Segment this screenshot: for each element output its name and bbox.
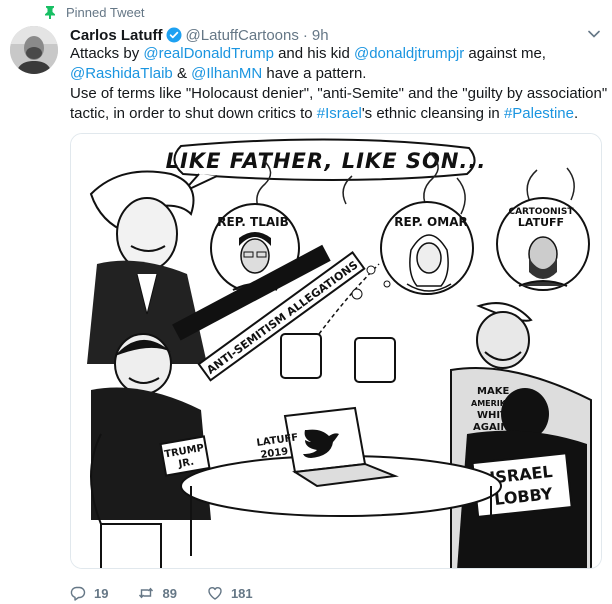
hashtag-link[interactable]: #Palestine	[504, 105, 574, 122]
like-count: 181	[230, 585, 253, 601]
mention-link[interactable]: @donaldjtrumpjr	[354, 45, 464, 62]
retweet-count: 89	[162, 585, 177, 601]
like-button[interactable]: 181	[207, 585, 253, 601]
retweet-button[interactable]: 89	[138, 585, 177, 601]
tweet-line-2: @RashidaTlaib & @IlhanMN have a pattern.	[70, 64, 606, 84]
tweet-line-3: Use of terms like "Holocaust denier", "a…	[70, 85, 608, 102]
reply-button[interactable]: 19	[70, 585, 108, 601]
hashtag-link[interactable]: #Israel	[317, 105, 362, 122]
text-segment: .	[574, 105, 579, 122]
hat-text-line1: MAKE	[477, 386, 509, 397]
tweet-header: Carlos Latuff @LatuffCartoons · 9h	[70, 25, 329, 45]
tweet-text: Attacks by @realDonaldTrump and his kid …	[70, 44, 608, 124]
text-segment: 's ethnic cleansing in	[361, 105, 504, 122]
tlaib-label: REP. TLAIB	[217, 215, 289, 229]
text-segment: and his kid	[273, 45, 354, 62]
omar-label: REP. OMAR	[394, 215, 467, 229]
verified-badge-icon	[166, 27, 182, 43]
text-segment: have a pattern.	[262, 65, 367, 82]
header-separator: ·	[302, 26, 308, 44]
chevron-down-icon[interactable]	[588, 30, 600, 38]
author-handle[interactable]: @LatuffCartoons	[186, 27, 299, 44]
tweet-line-4: tactic, in order to shut down critics to…	[70, 104, 606, 124]
pinned-indicator: Pinned Tweet	[44, 4, 145, 20]
text-segment: against me,	[464, 45, 546, 62]
text-segment: Attacks by	[70, 45, 144, 62]
tweet-media-image[interactable]: LIKE FATHER, LIKE SON... REP. TLAIB REP.…	[70, 133, 602, 569]
mention-link[interactable]: @realDonaldTrump	[143, 45, 274, 62]
text-segment: &	[172, 65, 192, 82]
tweet-actions: 19 89 181	[70, 584, 283, 602]
pin-icon	[45, 6, 55, 19]
latuff-label-line2: LATUFF	[518, 216, 564, 229]
reply-count: 19	[94, 585, 109, 601]
retweet-icon	[139, 587, 154, 599]
tweet-line-1: Attacks by @realDonaldTrump and his kid …	[70, 44, 606, 64]
avatar[interactable]	[10, 26, 58, 74]
mention-link[interactable]: @RashidaTlaib	[70, 65, 173, 82]
pinned-label: Pinned Tweet	[66, 4, 145, 20]
reply-icon	[70, 586, 86, 601]
author-name[interactable]: Carlos Latuff	[70, 27, 163, 44]
tweet-timestamp[interactable]: 9h	[312, 27, 329, 44]
mention-link[interactable]: @IlhanMN	[191, 65, 262, 82]
text-segment: tactic, in order to shut down critics to	[70, 105, 317, 122]
like-icon	[208, 587, 222, 600]
